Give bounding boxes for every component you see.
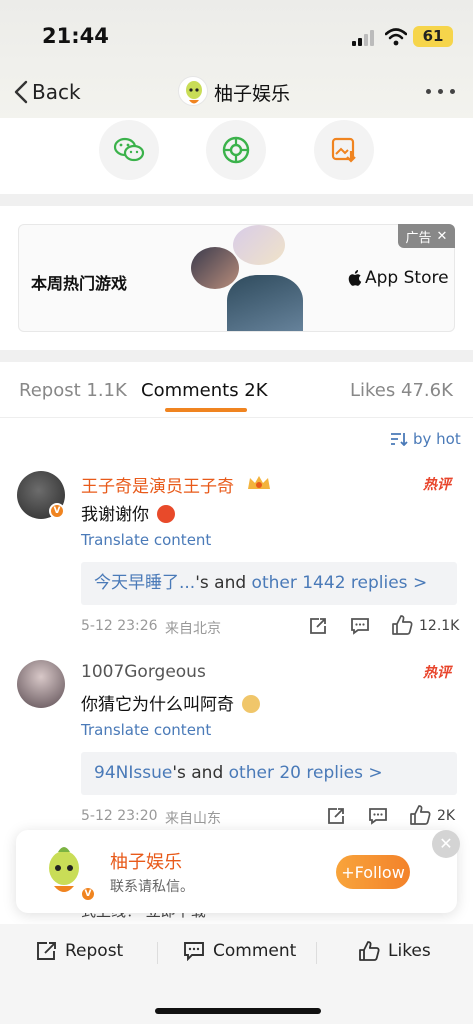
like-icon[interactable] bbox=[391, 615, 413, 635]
likes-button[interactable]: Likes bbox=[358, 941, 431, 961]
angry-emoji-icon bbox=[157, 505, 176, 523]
repost-button[interactable]: Repost bbox=[35, 941, 123, 961]
comment-text: 我谢谢你 bbox=[81, 500, 176, 525]
tab-active-indicator bbox=[165, 408, 247, 412]
tab-repost[interactable]: Repost 1.1K bbox=[19, 380, 127, 401]
comment-location: 来自北京 bbox=[165, 621, 221, 637]
like-icon bbox=[359, 941, 380, 961]
reply-mid-text: 's and bbox=[195, 573, 252, 593]
comment-time: 5-12 23:20 bbox=[81, 808, 158, 824]
more-replies-link[interactable]: other 1442 replies > bbox=[252, 573, 428, 593]
share-row bbox=[0, 118, 473, 194]
commenter-name[interactable]: 王子奇是演员王子奇 bbox=[81, 472, 234, 497]
app-store-label: App Store bbox=[348, 268, 449, 288]
close-icon: ✕ bbox=[436, 228, 448, 244]
verified-badge-icon: V bbox=[80, 886, 96, 902]
tab-likes[interactable]: Likes 47.6K bbox=[350, 380, 453, 401]
share-icon[interactable] bbox=[308, 617, 328, 635]
likes-label: Likes bbox=[388, 941, 431, 961]
follow-button[interactable]: +Follow bbox=[336, 855, 410, 889]
save-image-button[interactable] bbox=[314, 120, 374, 180]
sort-label: by hot bbox=[413, 430, 461, 448]
like-count: 2K bbox=[437, 808, 456, 824]
divider bbox=[316, 942, 317, 964]
comment-button[interactable]: Comment bbox=[183, 941, 296, 961]
reply-user-link[interactable]: 今天早睡了... bbox=[94, 573, 195, 593]
sort-by-hot-button[interactable]: by hot bbox=[390, 430, 461, 448]
verified-badge-icon: V bbox=[49, 503, 65, 519]
comment-location: 来自山东 bbox=[165, 811, 221, 827]
follow-account-bio: 联系请私信。 bbox=[110, 879, 194, 895]
nav-avatar[interactable] bbox=[178, 76, 208, 106]
hot-comment-badge: 热评 bbox=[423, 477, 451, 493]
comment-icon bbox=[184, 942, 204, 961]
replies-preview[interactable]: 今天早睡了...'s and other 1442 replies > bbox=[81, 562, 457, 605]
reply-user-link[interactable]: 94NIssue bbox=[94, 763, 172, 783]
game-art-3 bbox=[227, 275, 303, 331]
share-wechat-button[interactable] bbox=[99, 120, 159, 180]
game-art-2 bbox=[233, 225, 285, 265]
sort-icon bbox=[391, 433, 408, 446]
signal-icon bbox=[352, 30, 378, 46]
commenter-name[interactable]: 1007Gorgeous bbox=[81, 662, 206, 682]
wechat-icon bbox=[113, 137, 145, 162]
share-moments-button[interactable] bbox=[206, 120, 266, 180]
repost-icon bbox=[37, 942, 56, 960]
ad-text: 本周热门游戏 bbox=[31, 274, 128, 293]
chevron-left-icon bbox=[14, 80, 28, 104]
translate-link[interactable]: Translate content bbox=[81, 531, 211, 549]
section-divider bbox=[0, 350, 473, 362]
back-label: Back bbox=[32, 80, 81, 104]
moments-icon bbox=[222, 136, 250, 164]
ad-tag-close[interactable]: 广告 ✕ bbox=[398, 224, 455, 248]
apple-icon bbox=[348, 270, 362, 286]
ad-tag-label: 广告 bbox=[405, 230, 432, 246]
comment-text-content: 我谢谢你 bbox=[81, 505, 149, 525]
translate-link[interactable]: Translate content bbox=[81, 721, 211, 739]
comment-time: 5-12 23:26 bbox=[81, 618, 158, 634]
battery-indicator: 61 bbox=[413, 26, 453, 47]
more-replies-link[interactable]: other 20 replies > bbox=[229, 763, 383, 783]
comment-icon[interactable] bbox=[368, 807, 388, 825]
comment-text-content: 你猜它为什么叫阿奇 bbox=[81, 695, 234, 715]
page-title: 柚子娱乐 bbox=[214, 83, 291, 105]
repost-label: Repost bbox=[65, 941, 124, 961]
doge-emoji-icon bbox=[242, 695, 261, 713]
divider bbox=[157, 942, 158, 964]
app-store-text: App Store bbox=[365, 268, 449, 288]
tab-comments[interactable]: Comments 2K bbox=[141, 380, 268, 401]
comment-icon[interactable] bbox=[350, 617, 370, 635]
comment-text: 你猜它为什么叫阿奇 bbox=[81, 690, 261, 715]
save-image-icon bbox=[331, 137, 356, 163]
follow-account-name[interactable]: 柚子娱乐 bbox=[110, 848, 182, 874]
section-divider bbox=[0, 194, 473, 206]
hot-comment-badge: 热评 bbox=[423, 665, 451, 681]
game-art-1 bbox=[191, 247, 239, 289]
like-icon[interactable] bbox=[409, 805, 431, 825]
share-icon[interactable] bbox=[326, 807, 346, 825]
back-button[interactable]: Back bbox=[14, 78, 81, 106]
replies-preview[interactable]: 94NIssue's and other 20 replies > bbox=[81, 752, 457, 795]
commenter-avatar[interactable] bbox=[17, 660, 65, 708]
more-options-button[interactable] bbox=[424, 84, 458, 98]
like-count: 12.1K bbox=[419, 618, 460, 634]
comment-label: Comment bbox=[213, 941, 297, 961]
home-indicator bbox=[155, 1008, 321, 1014]
close-icon[interactable]: ✕ bbox=[432, 830, 460, 858]
wifi-icon bbox=[385, 28, 407, 46]
status-time: 21:44 bbox=[42, 24, 109, 48]
reply-mid-text: 's and bbox=[172, 763, 229, 783]
crown-badge-icon bbox=[248, 476, 270, 489]
